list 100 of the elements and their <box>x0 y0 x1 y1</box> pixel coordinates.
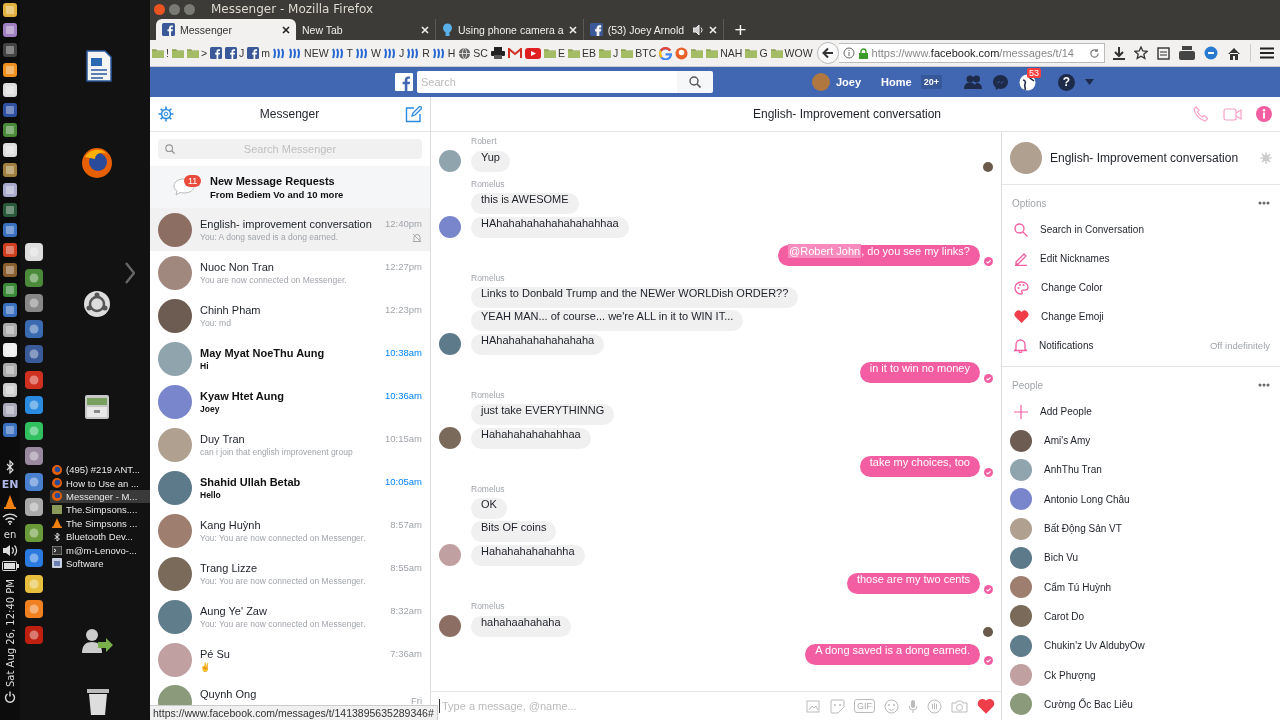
chevron-right-icon[interactable] <box>125 262 135 284</box>
bookmark[interactable]: NEW <box>289 47 329 59</box>
menu-icon[interactable] <box>1260 47 1274 59</box>
power-icon[interactable] <box>4 691 16 704</box>
person-item[interactable]: Carot Do <box>1002 601 1280 632</box>
heart-icon[interactable] <box>977 698 995 714</box>
app-icon[interactable] <box>24 293 44 313</box>
option-item[interactable]: Search in Conversation <box>1002 215 1280 244</box>
speaker-icon[interactable] <box>692 24 704 35</box>
window-list-item[interactable]: (495) #219 ANT... <box>50 463 150 477</box>
bookmark[interactable]: J <box>383 47 405 59</box>
app-icon[interactable] <box>2 202 18 218</box>
document-icon[interactable] <box>85 50 113 82</box>
window-list-item[interactable]: Messenger - M... <box>50 489 150 504</box>
app-icon[interactable] <box>24 267 44 288</box>
maximize-window-button[interactable] <box>184 3 195 15</box>
f-logo-icon[interactable] <box>395 73 413 91</box>
person-item[interactable]: Bất Động Sản VT <box>1002 513 1280 544</box>
person-item[interactable]: Chukin'z Uv AldubyOw <box>1002 631 1280 661</box>
bookmark[interactable]: EB <box>567 47 596 59</box>
bookmark[interactable]: R <box>407 47 430 59</box>
app-icon[interactable] <box>2 242 18 258</box>
app-icon[interactable] <box>2 2 18 18</box>
app-icon[interactable] <box>2 82 18 98</box>
app-icon[interactable] <box>2 222 18 238</box>
conversation-item[interactable]: Shahid Ullah Betab Hello 10:05am <box>150 466 430 509</box>
messenger-icon[interactable] <box>991 73 1009 91</box>
info-icon[interactable] <box>1256 106 1272 122</box>
friends-icon[interactable] <box>963 75 982 89</box>
window-list-item[interactable]: Software <box>50 556 150 571</box>
window-list-item[interactable]: The Simpsons ... <box>50 516 150 530</box>
app-icon[interactable] <box>24 573 44 594</box>
bookmark[interactable]: G <box>745 47 768 59</box>
window-list-item[interactable]: The.Simpsons.... <box>50 503 150 517</box>
trash-icon[interactable] <box>86 688 110 716</box>
conversation-item[interactable]: Aung Ye' Zaw You: You are now connected on Messenger. 8:32am <box>150 595 430 638</box>
profile-link[interactable]: Joey <box>836 76 862 88</box>
bookmark[interactable] <box>490 47 505 59</box>
person-item[interactable]: Bich Vu <box>1002 543 1280 573</box>
app-icon[interactable] <box>24 318 44 339</box>
language-indicator[interactable]: en <box>3 529 17 540</box>
person-item[interactable]: Antonio Long Châu <box>1002 484 1280 514</box>
app-icon[interactable] <box>2 62 18 78</box>
app-icon[interactable] <box>24 497 44 517</box>
firefox-icon[interactable] <box>81 147 113 179</box>
option-item[interactable]: Edit Nicknames <box>1002 244 1280 273</box>
volume-icon[interactable] <box>2 544 18 557</box>
bookmark[interactable]: T <box>331 47 353 59</box>
app-icon[interactable] <box>2 162 18 178</box>
person-item[interactable]: Ck Phượng <box>1002 660 1280 690</box>
app-icon[interactable] <box>2 302 18 318</box>
app-icon[interactable] <box>24 624 44 645</box>
app-icon[interactable] <box>2 342 18 358</box>
app-icon[interactable] <box>2 382 18 398</box>
settings-icon[interactable] <box>158 106 174 122</box>
app-icon[interactable] <box>2 142 18 158</box>
circle-logo-icon[interactable] <box>83 290 111 318</box>
reload-icon[interactable] <box>1089 47 1100 59</box>
close-window-button[interactable] <box>154 3 165 15</box>
conversation-item[interactable]: Chinh Pham You: md 12:23pm <box>150 294 430 337</box>
app-icon[interactable] <box>2 262 18 278</box>
bookmark[interactable]: > <box>186 47 208 59</box>
option-item[interactable]: Change Emoji <box>1002 302 1280 331</box>
conversation-item[interactable]: Nuoc Non Tran You are now connected on Messenger. 12:27pm <box>150 251 430 294</box>
conversation-item[interactable]: May Myat NoeThu Aung Hi 10:38am <box>150 337 430 380</box>
clock[interactable]: Sat Aug 26, 12:40 PM <box>4 579 16 688</box>
new-tab-button[interactable]: + <box>723 20 758 40</box>
app-icon[interactable] <box>24 548 44 568</box>
conversation-item[interactable]: Kang Huỳnh You: You are now connected on Messenger. 8:57am <box>150 509 430 552</box>
battery-icon[interactable] <box>1 561 19 571</box>
option-item[interactable]: Change Color <box>1002 273 1280 302</box>
app-icon[interactable] <box>24 446 44 466</box>
bookmark[interactable]: WOW <box>770 47 813 59</box>
more-icon[interactable] <box>1258 201 1270 205</box>
option-item[interactable]: Notifications Off indefinitely <box>1002 331 1280 360</box>
app-icon[interactable] <box>2 102 18 118</box>
close-icon[interactable] <box>282 25 290 34</box>
bookmark[interactable]: NAH <box>706 47 743 59</box>
add-people-item[interactable]: Add People <box>1002 397 1280 426</box>
bookmark[interactable]: E <box>543 47 565 59</box>
extension-icon[interactable] <box>1204 46 1218 60</box>
app-icon[interactable] <box>24 369 44 390</box>
app-icon[interactable] <box>24 344 44 364</box>
app-icon[interactable] <box>2 362 18 378</box>
bookmark[interactable]: m <box>247 47 271 59</box>
bookmark[interactable]: J <box>598 47 619 59</box>
help-button[interactable]: ? <box>1057 73 1075 91</box>
bookmark[interactable]: W <box>356 47 381 59</box>
compose-icon[interactable] <box>405 105 422 123</box>
home-link[interactable]: Home <box>881 76 912 88</box>
person-item[interactable]: Cẩm Tú Huỳnh <box>1002 572 1280 602</box>
bluetooth-icon[interactable] <box>5 460 15 474</box>
window-list-item[interactable]: How to Use an ... <box>50 476 150 490</box>
app-icon[interactable] <box>24 242 44 262</box>
download-icon[interactable] <box>1113 46 1125 60</box>
back-button[interactable] <box>816 42 839 64</box>
app-icon[interactable] <box>24 420 44 441</box>
app-icon[interactable] <box>2 22 18 38</box>
app-icon[interactable] <box>2 402 18 418</box>
conversation-item[interactable]: Kyaw Htet Aung Joey 10:36am <box>150 380 430 423</box>
